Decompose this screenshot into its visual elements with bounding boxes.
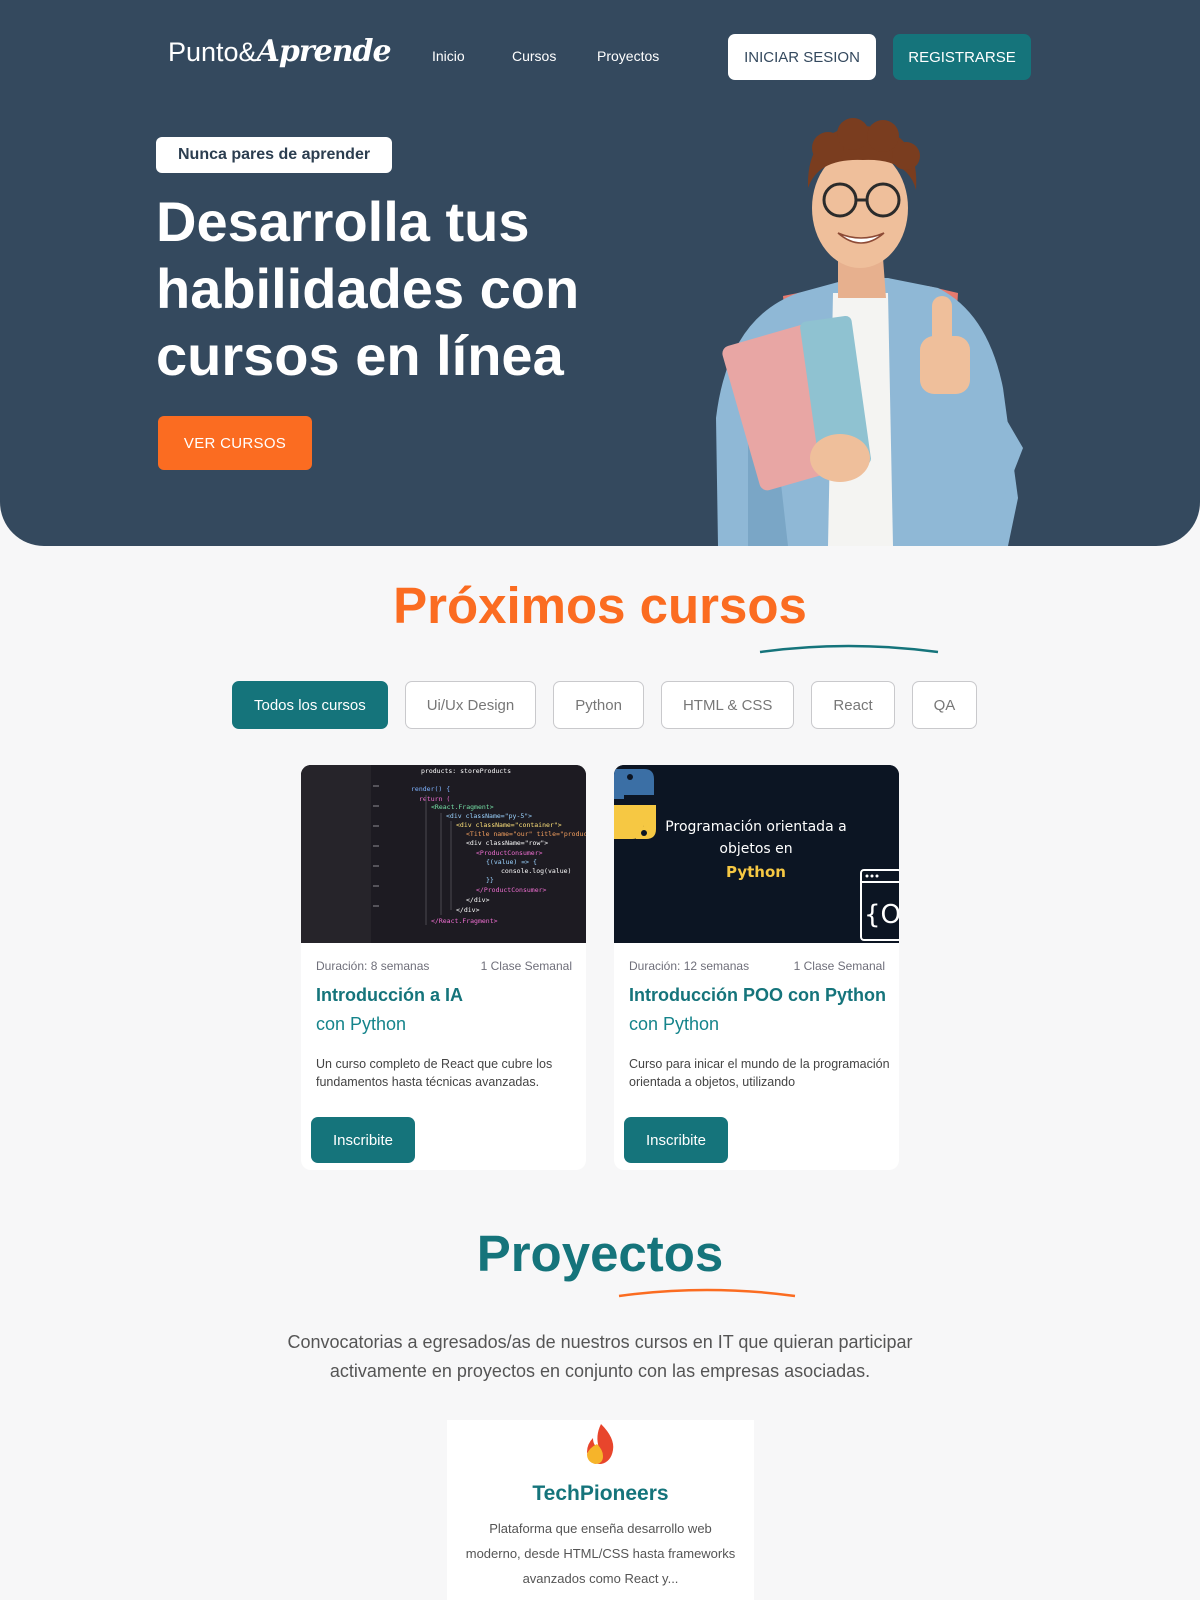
hero-title-line-1: Desarrolla tus (156, 190, 530, 253)
code-line-5: <div className="py-5"> (446, 812, 532, 820)
filter-html-css[interactable]: HTML & CSS (660, 681, 795, 729)
code-line-2: render() { (411, 785, 450, 793)
view-courses-button[interactable]: VER CURSOS (158, 416, 312, 470)
project-description: Plataforma que enseña desarrollo web mod… (465, 1521, 736, 1586)
nav-cursos[interactable]: Cursos (512, 48, 556, 64)
course-subtitle: con Python (629, 1014, 720, 1034)
code-line-8: <div className="row"> (466, 839, 548, 847)
filter-todos[interactable]: Todos los cursos (232, 681, 388, 729)
python-image-text-2: objetos en (719, 841, 792, 857)
course-subtitle: con Python (316, 1014, 407, 1034)
hero-section: Punto&Aprende Inicio Cursos Proyectos IN… (0, 0, 1200, 546)
python-image-badge: {OO (864, 900, 899, 930)
code-line-12: }} (486, 876, 494, 884)
hero-title: Desarrolla tus habilidades con cursos en… (156, 188, 676, 389)
logo[interactable]: Punto&Aprende (168, 34, 392, 69)
logo-text-1: Punto& (168, 37, 257, 67)
course-filters: Todos los cursos Ui/Ux Design Python HTM… (232, 681, 978, 729)
course-description: Curso para inicar el mundo de la program… (629, 1057, 890, 1089)
nav-proyectos[interactable]: Proyectos (597, 48, 659, 64)
code-line-14: </div> (466, 896, 490, 904)
projects-title-underline (618, 1288, 796, 1298)
course-description: Un curso completo de React que cubre los… (316, 1057, 553, 1089)
code-editor-image: products: storeProducts render() { retur… (301, 765, 586, 943)
course-card-poo-python: Programación orientada a objetos en Pyth… (614, 765, 899, 1170)
course-frequency: 1 Clase Semanal (793, 959, 885, 973)
project-name: TechPioneers (532, 1482, 669, 1505)
code-line-11: console.log(value) (501, 867, 571, 875)
course-image-code: products: storeProducts render() { retur… (301, 765, 586, 943)
code-line-16: </React.Fragment> (431, 917, 498, 925)
filter-python[interactable]: Python (553, 681, 644, 729)
enroll-button[interactable]: Inscribite (624, 1117, 728, 1163)
hero-tagline: Nunca pares de aprender (156, 137, 393, 173)
register-button[interactable]: REGISTRARSE (893, 34, 1031, 80)
python-image-text-3: Python (726, 863, 786, 881)
projects-section-title: Proyectos (476, 1225, 724, 1282)
code-line-1: products: storeProducts (421, 767, 511, 775)
course-duration: Duración: 8 semanas (316, 959, 430, 973)
code-line-7: <Title name="our" title="product (466, 830, 586, 838)
hero-title-line-3: cursos en línea (156, 324, 564, 387)
filter-uiux[interactable]: Ui/Ux Design (404, 681, 537, 729)
filter-react[interactable]: React (811, 681, 895, 729)
courses-title-underline (759, 644, 939, 654)
code-line-10: {(value) => { (486, 858, 537, 866)
hero-student-image (716, 118, 1023, 546)
courses-section-title: Próximos cursos (393, 577, 807, 634)
python-image-text-1: Programación orientada a (665, 819, 846, 835)
flame-logo-icon (587, 1424, 614, 1464)
projects-description: Convocatorias a egresados/as de nuestros… (287, 1332, 913, 1381)
hero-title-line-2: habilidades con (156, 257, 580, 320)
course-frequency: 1 Clase Semanal (480, 959, 572, 973)
course-duration: Duración: 12 semanas (629, 959, 750, 973)
code-line-9: <ProductConsumer> (476, 849, 543, 857)
logo-text-2: Aprende (256, 34, 392, 69)
course-image-python: Programación orientada a objetos en Pyth… (614, 765, 899, 943)
code-line-13: </ProductConsumer> (476, 886, 547, 894)
python-course-image: Programación orientada a objetos en Pyth… (614, 765, 899, 943)
project-card-techpioneers[interactable]: TechPioneers Plataforma que enseña desar… (447, 1420, 754, 1600)
code-line-3: return ( (419, 795, 450, 803)
course-title: Introducción POO con Python (629, 985, 887, 1005)
code-line-6: <div className="container"> (456, 821, 562, 829)
filter-qa[interactable]: QA (911, 681, 978, 729)
nav-inicio[interactable]: Inicio (432, 48, 465, 64)
course-card-ia: products: storeProducts render() { retur… (301, 765, 586, 1170)
course-title: Introducción a IA (316, 985, 464, 1005)
login-button[interactable]: INICIAR SESION (728, 34, 876, 80)
enroll-button[interactable]: Inscribite (311, 1117, 415, 1163)
code-line-4: <React.Fragment> (431, 803, 494, 811)
code-line-15: </div> (456, 906, 480, 914)
